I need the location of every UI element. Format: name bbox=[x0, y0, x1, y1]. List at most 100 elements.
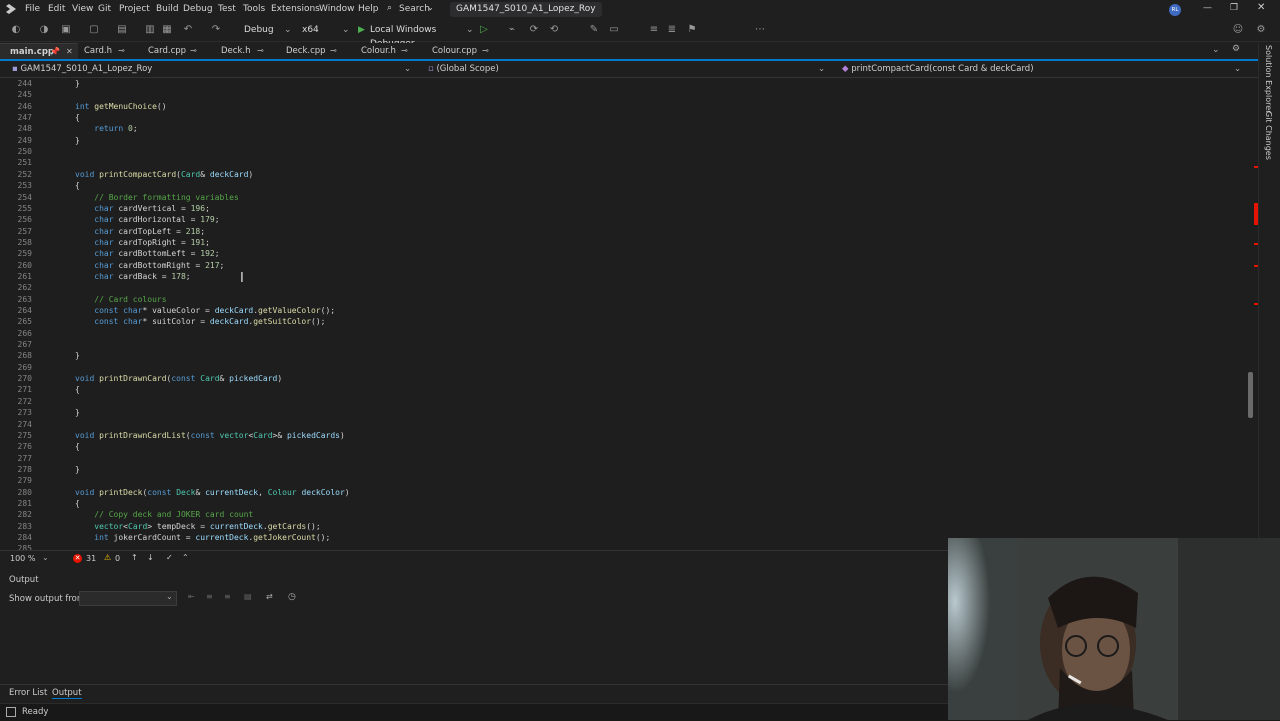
run-debugger-button[interactable]: ▶ Local Windows Debugger ⌄ bbox=[356, 23, 476, 49]
code-line[interactable]: int getMenuChoice() bbox=[75, 102, 167, 111]
code-line[interactable]: { bbox=[75, 181, 80, 190]
pin-icon[interactable]: ⊸ bbox=[330, 43, 337, 59]
indent-icon[interactable]: ≡ bbox=[648, 24, 660, 36]
close-icon[interactable]: ✕ bbox=[1257, 2, 1265, 13]
restore-icon[interactable]: ❐ bbox=[1230, 3, 1238, 13]
code-line[interactable]: char cardHorizontal = 179; bbox=[75, 215, 219, 224]
warning-icon[interactable]: ⚠ bbox=[104, 553, 111, 562]
git-changes-tab[interactable]: Git Changes bbox=[1264, 111, 1273, 160]
scope-dropdown[interactable]: ▫ (Global Scope) ⌄ bbox=[428, 63, 828, 76]
pin-icon[interactable]: ⊸ bbox=[482, 43, 489, 59]
bookmark-icon[interactable]: ⚑ bbox=[686, 24, 698, 36]
member-dropdown[interactable]: ◆ printCompactCard(const Card & deckCard… bbox=[842, 63, 1244, 76]
code-line[interactable]: return 0; bbox=[75, 124, 137, 133]
code-line[interactable]: } bbox=[75, 465, 80, 474]
menu-window[interactable]: Window bbox=[319, 4, 355, 14]
tab-deck-cpp[interactable]: Deck.cpp ⊸ bbox=[276, 43, 346, 59]
project-dropdown[interactable]: ▪ GAM1547_S010_A1_Lopez_Roy ⌄ bbox=[12, 63, 412, 76]
tab-output[interactable]: Output bbox=[52, 688, 82, 699]
word-wrap-icon[interactable]: ⇄ bbox=[266, 592, 273, 601]
warning-count[interactable]: 0 bbox=[115, 554, 120, 563]
tab-colour-cpp[interactable]: Colour.cpp ⊸ bbox=[422, 43, 498, 59]
code-line[interactable]: vector<Card> tempDeck = currentDeck.getC… bbox=[75, 522, 320, 531]
code-line[interactable]: } bbox=[75, 408, 80, 417]
menu-help[interactable]: Help bbox=[358, 4, 379, 14]
undo-icon[interactable]: ↶ bbox=[182, 24, 194, 36]
menu-file[interactable]: File bbox=[25, 4, 40, 14]
menu-extensions[interactable]: Extensions bbox=[271, 4, 320, 14]
code-line[interactable]: { bbox=[75, 113, 80, 122]
code-line[interactable]: const char* valueColor = deckCard.getVal… bbox=[75, 306, 335, 315]
platform-dropdown[interactable]: x64 ⌄ bbox=[298, 23, 350, 37]
code-line[interactable]: // Border formatting variables bbox=[75, 193, 239, 202]
refresh-icon[interactable]: ⟲ bbox=[548, 24, 560, 36]
avatar[interactable]: RL bbox=[1169, 4, 1181, 16]
menu-build[interactable]: Build bbox=[156, 4, 179, 14]
arrow-up-icon[interactable]: ↑ bbox=[131, 553, 138, 562]
tab-error-list[interactable]: Error List bbox=[9, 688, 47, 698]
open-icon[interactable]: ▢ bbox=[88, 24, 100, 36]
outdent-icon[interactable]: ≣ bbox=[666, 24, 678, 36]
tab-colour-h[interactable]: Colour.h ⊸ bbox=[351, 43, 415, 59]
code-line[interactable]: void printDeck(const Deck& currentDeck, … bbox=[75, 488, 350, 497]
brush-icon[interactable]: ✓ bbox=[166, 553, 173, 562]
code-line[interactable]: char cardTopLeft = 218; bbox=[75, 227, 205, 236]
code-line[interactable]: { bbox=[75, 499, 80, 508]
next-message-icon[interactable]: ≡ bbox=[224, 592, 231, 601]
clear-all-icon[interactable]: ▤ bbox=[244, 592, 252, 601]
code-line[interactable]: char cardTopRight = 191; bbox=[75, 238, 210, 247]
menu-project[interactable]: Project bbox=[119, 4, 150, 14]
prev-message-icon[interactable]: ≡ bbox=[206, 592, 213, 601]
minimize-icon[interactable]: — bbox=[1203, 3, 1212, 13]
comment-icon[interactable]: ▭ bbox=[608, 24, 620, 36]
settings-icon[interactable]: ⚙ bbox=[1255, 24, 1267, 36]
toolbar-overflow-icon[interactable]: ⋯ bbox=[754, 24, 766, 36]
code-line[interactable]: void printCompactCard(Card& deckCard) bbox=[75, 170, 253, 179]
back-icon[interactable]: ◐ bbox=[10, 24, 22, 36]
redo-icon[interactable]: ↷ bbox=[210, 24, 222, 36]
code-line[interactable]: char cardBottomRight = 217; bbox=[75, 261, 224, 270]
code-line[interactable]: { bbox=[75, 385, 80, 394]
tab-deck-h[interactable]: Deck.h ⊸ bbox=[211, 43, 271, 59]
pin-icon[interactable]: ⊸ bbox=[257, 43, 264, 59]
code-line[interactable]: void printDrawnCard(const Card& pickedCa… bbox=[75, 374, 282, 383]
code-line[interactable]: // Card colours bbox=[75, 295, 166, 304]
code-line[interactable]: char cardVertical = 196; bbox=[75, 204, 210, 213]
menu-test[interactable]: Test bbox=[218, 4, 236, 14]
forward-icon[interactable]: ◑ bbox=[38, 24, 50, 36]
menu-view[interactable]: View bbox=[72, 4, 93, 14]
code-line[interactable]: { bbox=[75, 442, 80, 451]
code-line[interactable]: } bbox=[75, 79, 80, 88]
menu-debug[interactable]: Debug bbox=[183, 4, 213, 14]
output-source-dropdown[interactable]: ⌄ bbox=[79, 591, 177, 606]
code-line[interactable]: int jokerCardCount = currentDeck.getJoke… bbox=[75, 533, 330, 542]
code-line[interactable]: char cardBack = 178; bbox=[75, 272, 190, 281]
error-icon[interactable]: ✕ bbox=[73, 554, 82, 563]
config-dropdown[interactable]: Debug ⌄ bbox=[240, 23, 292, 37]
menu-edit[interactable]: Edit bbox=[48, 4, 65, 14]
save-icon[interactable]: ▥ bbox=[144, 24, 156, 36]
start-without-debugging-icon[interactable]: ▷ bbox=[478, 24, 490, 36]
menu-git[interactable]: Git bbox=[98, 4, 111, 14]
code-editor[interactable]: 244} 245 246 int getMenuChoice() 247 {248 ret… bbox=[0, 78, 1258, 550]
pin-icon[interactable]: ⊸ bbox=[190, 43, 197, 59]
chevron-down-icon[interactable]: ⌄ bbox=[42, 553, 49, 562]
code-line[interactable]: char cardBottomLeft = 192; bbox=[75, 249, 219, 258]
save-all-icon[interactable]: ▦ bbox=[161, 24, 173, 36]
pin-icon[interactable]: 📌 bbox=[50, 44, 60, 60]
scrollbar-thumb[interactable] bbox=[1248, 372, 1253, 418]
tab-card-h[interactable]: Card.h ⊸ bbox=[74, 43, 132, 59]
attach-icon[interactable]: ⌁ bbox=[506, 24, 518, 36]
menu-tools[interactable]: Tools bbox=[243, 4, 265, 14]
tab-main-cpp[interactable]: main.cpp 📌 ✕ bbox=[0, 43, 78, 59]
solution-explorer-tab[interactable]: Solution Explorer bbox=[1264, 45, 1273, 113]
zoom-level[interactable]: 100 % bbox=[10, 554, 35, 563]
close-tab-icon[interactable]: ✕ bbox=[66, 44, 73, 60]
arrow-down-icon[interactable]: ↓ bbox=[147, 553, 154, 562]
chevron-up-icon[interactable]: ⌃ bbox=[182, 553, 189, 562]
settings-icon[interactable]: ⚙ bbox=[1232, 44, 1240, 54]
vertical-scrollbar[interactable] bbox=[1244, 105, 1254, 550]
code-line[interactable]: } bbox=[75, 136, 80, 145]
hot-reload-icon[interactable]: ⟳ bbox=[528, 24, 540, 36]
pin-icon[interactable]: ⊸ bbox=[401, 43, 408, 59]
